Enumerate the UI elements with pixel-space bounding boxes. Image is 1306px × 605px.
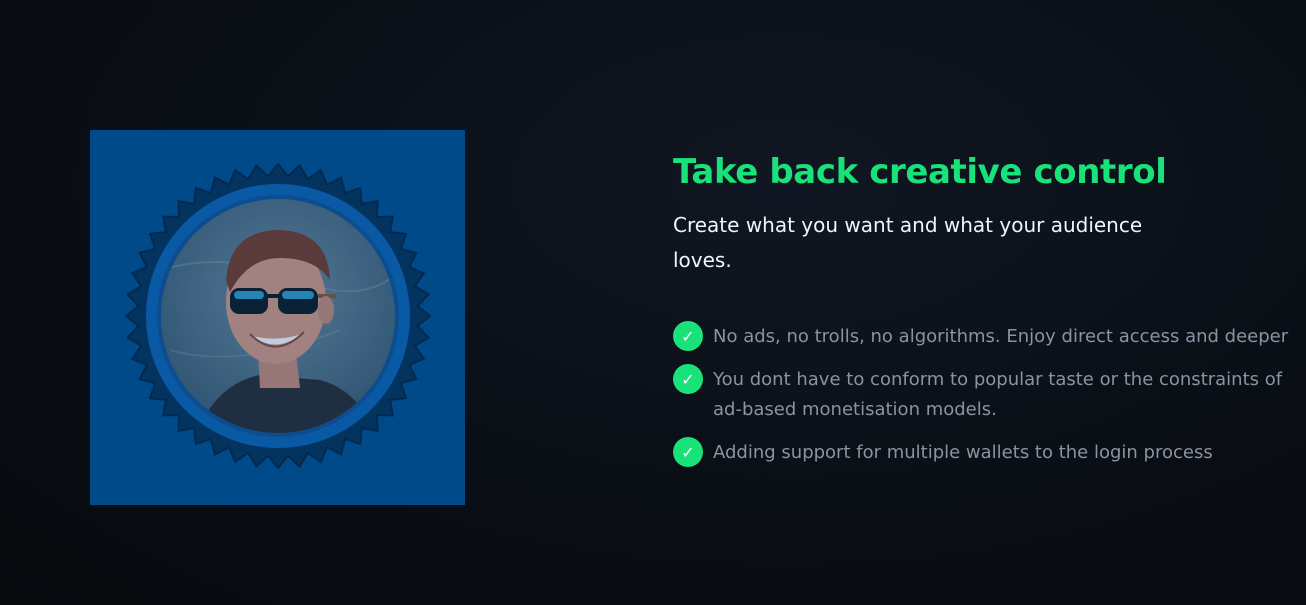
list-item: ✓ No ads, no trolls, no algorithms. Enjo…	[673, 321, 1303, 352]
bullet-text: Adding support for multiple wallets to t…	[713, 442, 1213, 463]
bullet-text: No ads, no trolls, no algorithms. Enjoy …	[713, 326, 1289, 347]
check-icon: ✓	[673, 437, 703, 467]
check-icon: ✓	[673, 364, 703, 394]
list-item: ✓ Adding support for multiple wallets to…	[673, 437, 1303, 468]
feature-headline: Take back creative control	[673, 152, 1167, 192]
check-icon: ✓	[673, 321, 703, 351]
feature-subhead: Create what you want and what your audie…	[673, 213, 1143, 272]
feature-content: Take back creative control Create what y…	[673, 150, 1303, 481]
creator-avatar-icon	[90, 130, 465, 505]
feature-bullet-list: ✓ No ads, no trolls, no algorithms. Enjo…	[673, 321, 1303, 468]
list-item: ✓ You dont have to conform to popular ta…	[673, 364, 1303, 425]
bullet-text: You dont have to conform to popular tast…	[713, 369, 1283, 420]
creative-control-section: Take back creative control Create what y…	[0, 0, 1306, 605]
creator-image	[90, 130, 465, 505]
